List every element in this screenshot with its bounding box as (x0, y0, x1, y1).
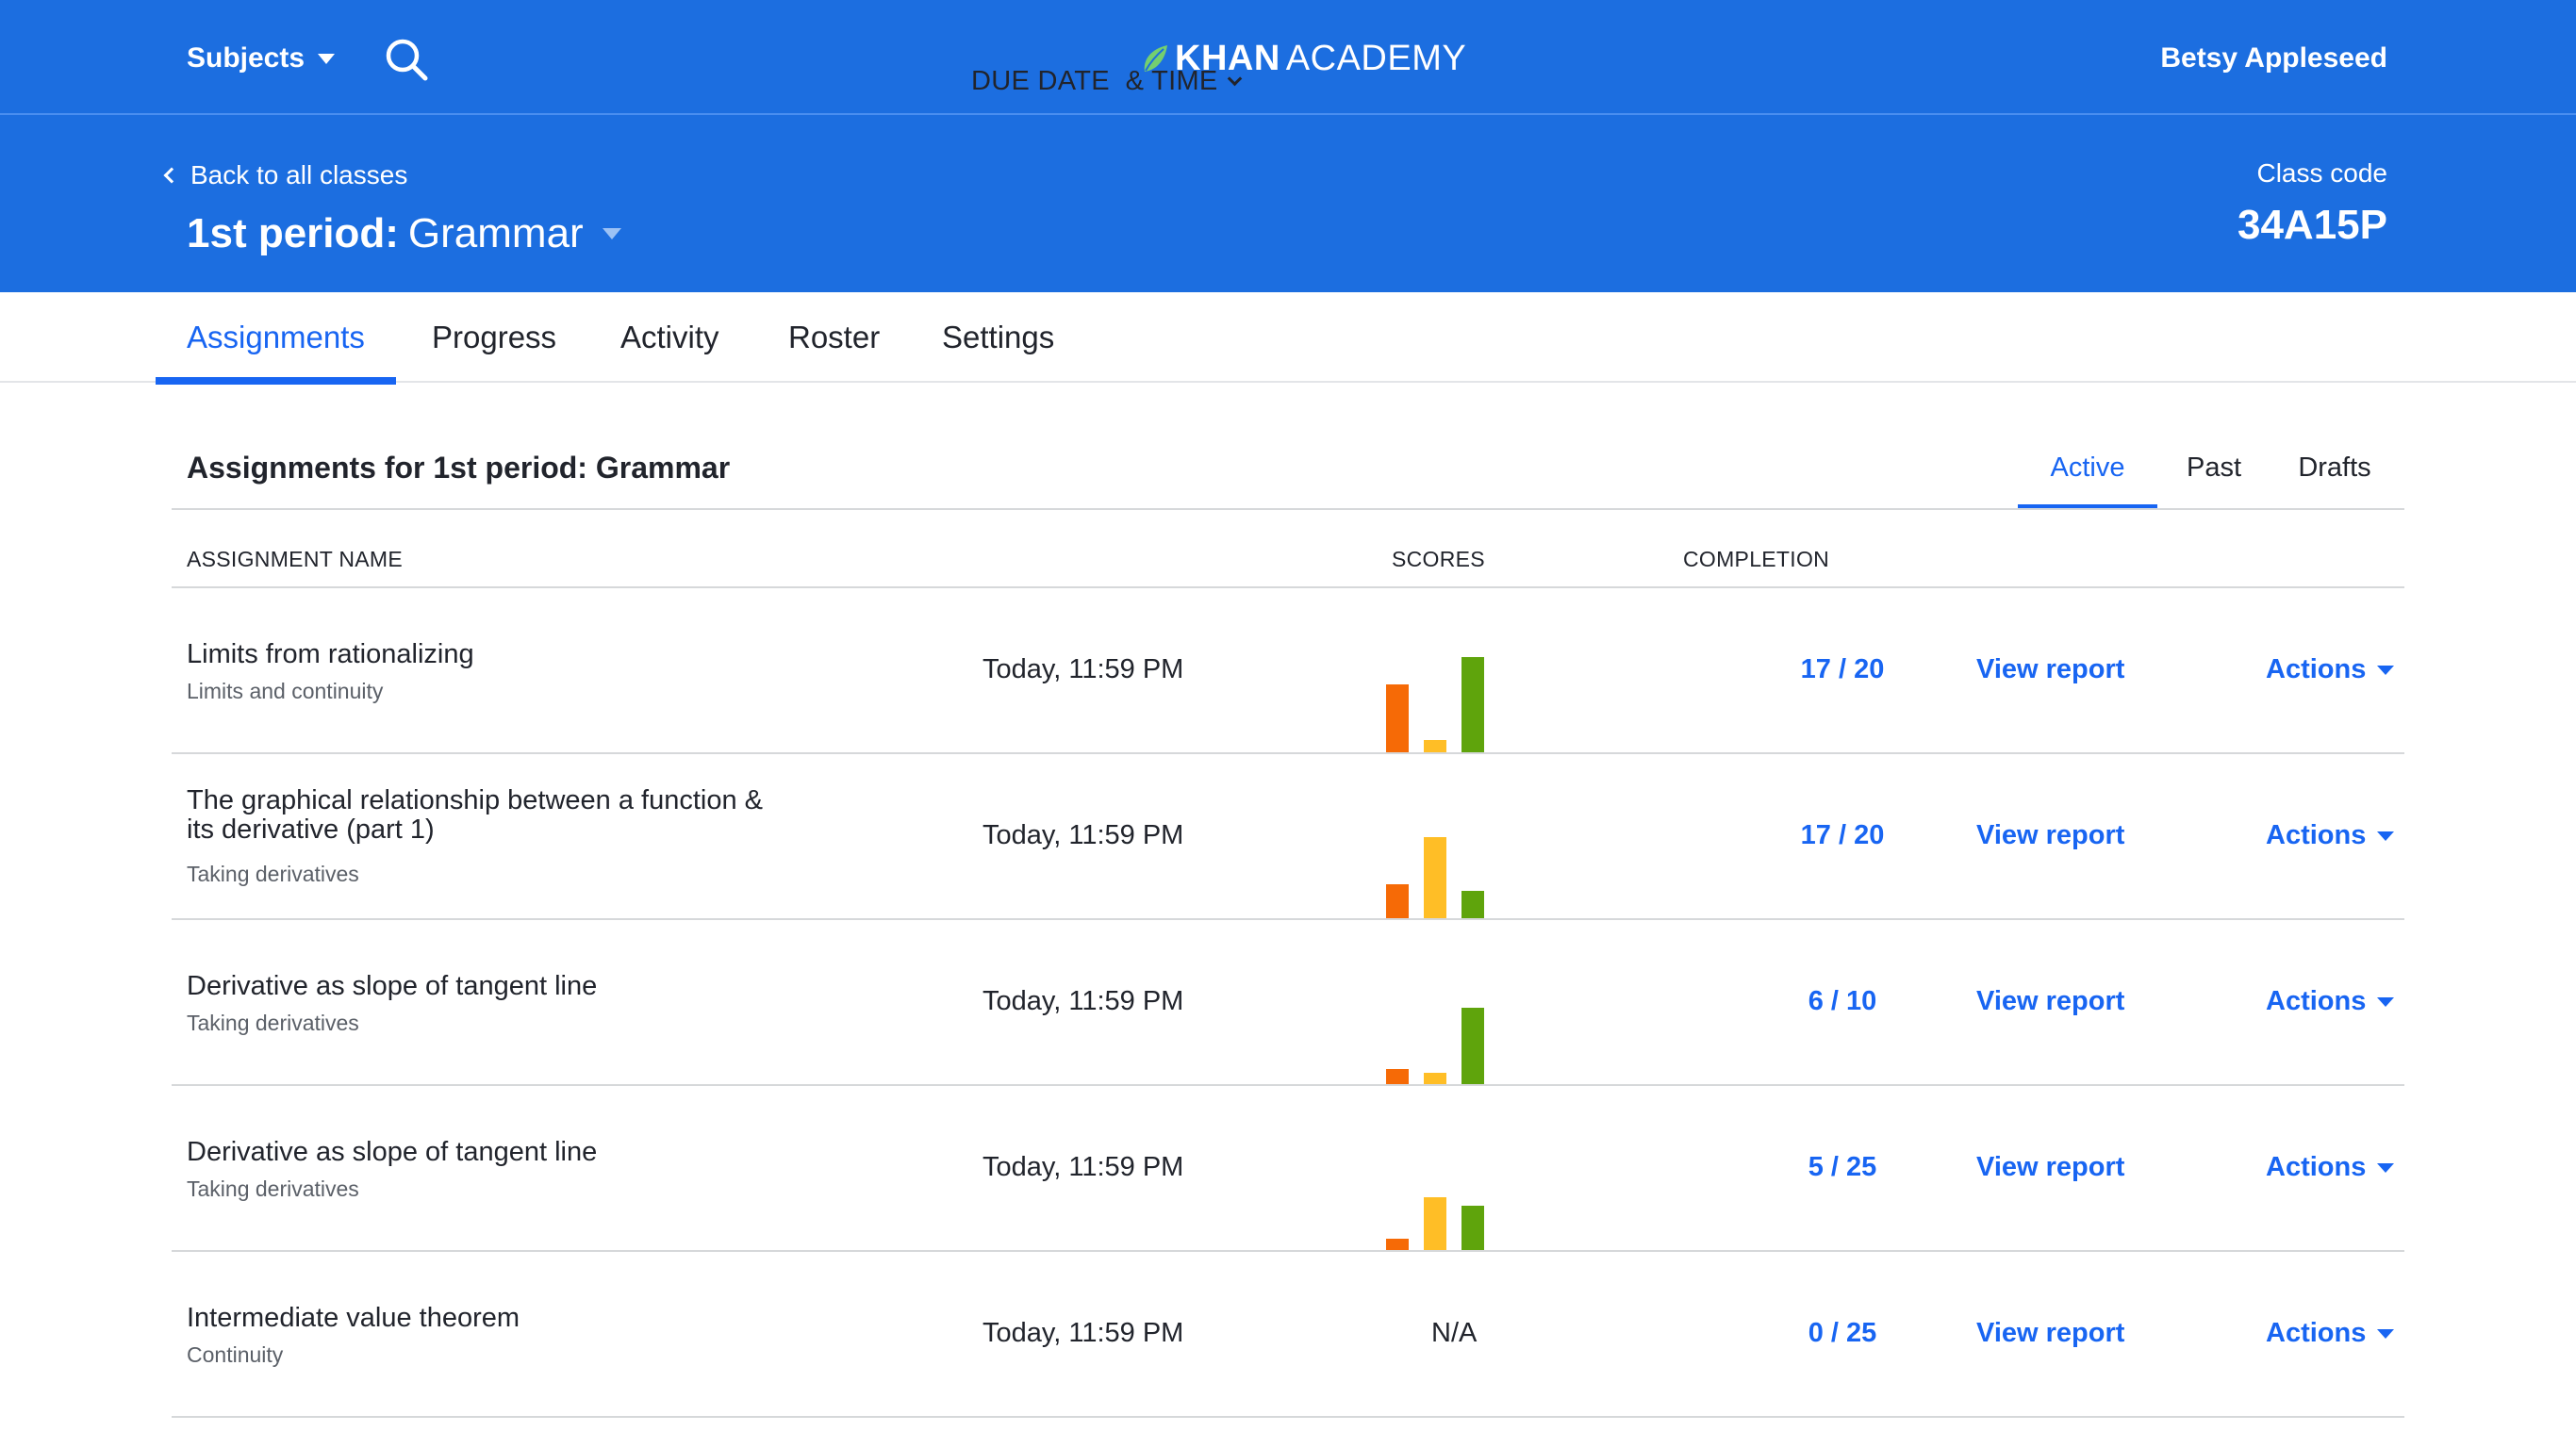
score-bar-mid (1424, 1197, 1446, 1250)
score-bar-low (1386, 684, 1409, 752)
due-date: Today, 11:59 PM (983, 986, 1184, 1016)
search-icon (386, 39, 428, 81)
caret-down-icon (318, 53, 336, 64)
actions-label: Actions (2266, 654, 2367, 684)
assignment-subtitle: Taking derivatives (187, 1176, 359, 1201)
tab-progress[interactable]: Progress (401, 292, 587, 383)
actions-dropdown[interactable]: Actions (2266, 820, 2395, 851)
score-bar-high (1461, 1206, 1484, 1250)
completion-count[interactable]: 5 / 25 (1758, 1152, 1927, 1183)
section-title: Assignments for 1st period: Grammar (187, 451, 731, 485)
subjects-label: Subjects (187, 42, 305, 74)
score-bar-mid (1424, 740, 1446, 752)
view-report-link[interactable]: View report (1976, 820, 2124, 851)
search-button[interactable] (383, 36, 430, 83)
scores-not-available: N/A (1431, 1318, 1478, 1348)
score-bar-high (1461, 657, 1484, 752)
caret-down-icon (2377, 831, 2395, 841)
top-navigation-bar: Subjects KHAN ACADEMY Betsy Appleseed (0, 0, 2576, 115)
due-date: Today, 11:59 PM (983, 654, 1184, 684)
actions-dropdown[interactable]: Actions (2266, 986, 2395, 1017)
table-row: Intermediate value theorem Continuity To… (172, 1252, 2404, 1418)
due-date: Today, 11:59 PM (983, 820, 1184, 850)
actions-dropdown[interactable]: Actions (2266, 1152, 2395, 1183)
due-date: Today, 11:59 PM (983, 1318, 1184, 1348)
assignment-subtitle: Taking derivatives (187, 1011, 359, 1035)
actions-dropdown[interactable]: Actions (2266, 1318, 2395, 1349)
view-report-link[interactable]: View report (1976, 1152, 2124, 1183)
due-date: Today, 11:59 PM (983, 1152, 1184, 1182)
caret-down-icon (2377, 665, 2395, 675)
view-report-link[interactable]: View report (1976, 654, 2124, 685)
filter-past[interactable]: Past (2157, 452, 2271, 509)
view-report-link[interactable]: View report (1976, 986, 2124, 1017)
score-bar-high (1461, 891, 1484, 918)
tab-assignments[interactable]: Assignments (156, 292, 396, 385)
column-header-due: DUE DATE & TIME (971, 66, 1218, 96)
table-row: Limits from rationalizing Limits and con… (172, 588, 2404, 754)
assignment-name[interactable]: Derivative as slope of tangent line (187, 972, 790, 1001)
caret-down-icon (2377, 1328, 2395, 1339)
score-bar-mid (1424, 837, 1446, 918)
score-distribution-chart (1386, 1127, 1499, 1250)
user-menu[interactable]: Betsy Appleseed (2160, 40, 2387, 77)
assignment-filter-tabs: Active Past Drafts (2018, 452, 2399, 509)
caret-down-icon (2377, 996, 2395, 1007)
class-header: Back to all classes 1st period: Grammar … (0, 115, 2576, 292)
assignment-name[interactable]: The graphical relationship between a fun… (187, 786, 790, 845)
actions-label: Actions (2266, 986, 2367, 1016)
filter-active[interactable]: Active (2018, 452, 2157, 509)
actions-dropdown[interactable]: Actions (2266, 654, 2395, 685)
table-row: Derivative as slope of tangent line Taki… (172, 1086, 2404, 1252)
class-subject: Grammar (407, 210, 584, 256)
score-bar-low (1386, 1239, 1409, 1250)
column-header-name: ASSIGNMENT NAME (187, 547, 403, 571)
actions-label: Actions (2266, 1152, 2367, 1182)
score-bar-mid (1424, 1073, 1446, 1084)
assignment-subtitle: Continuity (187, 1342, 284, 1367)
score-bar-low (1386, 884, 1409, 918)
assignment-name[interactable]: Intermediate value theorem (187, 1304, 790, 1333)
caret-down-icon (2377, 1162, 2395, 1173)
score-distribution-chart (1386, 962, 1499, 1084)
table-row: The graphical relationship between a fun… (172, 754, 2404, 920)
assignment-subtitle: Taking derivatives (187, 862, 359, 886)
completion-count[interactable]: 0 / 25 (1758, 1318, 1927, 1349)
class-period: 1st period: (187, 210, 399, 256)
class-code-label: Class code (2256, 158, 2387, 188)
caret-down-icon (602, 228, 621, 239)
column-header-scores: SCORES (1392, 547, 1485, 571)
assignment-subtitle: Limits and continuity (187, 679, 384, 703)
divider (172, 508, 2404, 510)
completion-count[interactable]: 17 / 20 (1758, 654, 1927, 685)
column-header-due-sort[interactable]: DUE DATE & TIME (971, 66, 1242, 97)
subjects-menu-button[interactable]: Subjects (187, 40, 336, 77)
table-row: Derivative as slope of tangent line Taki… (172, 920, 2404, 1086)
class-switcher[interactable]: 1st period: Grammar (187, 206, 621, 262)
score-bar-low (1386, 1069, 1409, 1084)
class-code-value: 34A15P (2237, 202, 2387, 248)
completion-count[interactable]: 17 / 20 (1758, 820, 1927, 851)
actions-label: Actions (2266, 1318, 2367, 1348)
completion-count[interactable]: 6 / 10 (1758, 986, 1927, 1017)
score-bar-high (1461, 1008, 1484, 1084)
tab-activity[interactable]: Activity (589, 292, 751, 383)
filter-drafts[interactable]: Drafts (2271, 452, 2399, 509)
chevron-left-icon (163, 167, 180, 184)
back-link-label: Back to all classes (190, 160, 408, 189)
tab-roster[interactable]: Roster (757, 292, 911, 383)
class-tabs: Assignments Progress Activity Roster Set… (0, 292, 2576, 385)
assignment-name[interactable]: Limits from rationalizing (187, 640, 790, 669)
back-to-classes-link[interactable]: Back to all classes (162, 158, 407, 192)
assignment-name[interactable]: Derivative as slope of tangent line (187, 1138, 790, 1167)
score-distribution-chart (1386, 630, 1499, 752)
view-report-link[interactable]: View report (1976, 1318, 2124, 1349)
tab-settings[interactable]: Settings (911, 292, 1085, 383)
actions-label: Actions (2266, 820, 2367, 850)
logo-academy-text: ACADEMY (1285, 38, 1467, 78)
chevron-down-icon (1227, 71, 1242, 87)
column-header-completion: COMPLETION (1683, 547, 1830, 571)
score-distribution-chart (1386, 796, 1499, 918)
